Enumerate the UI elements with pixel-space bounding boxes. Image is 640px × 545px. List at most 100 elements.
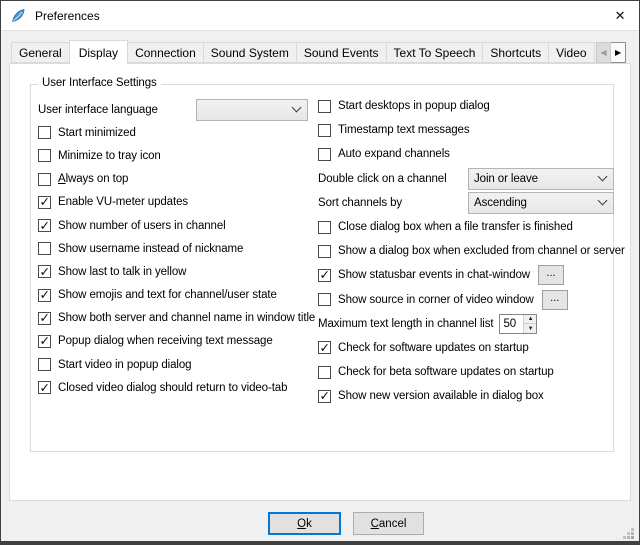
chevron-down-icon <box>598 196 608 206</box>
spin-down-icon[interactable]: ▼ <box>524 324 536 333</box>
checkbox-label: Start video in popup dialog <box>58 359 191 371</box>
tab-scroll-right-icon[interactable]: ▶ <box>611 42 626 63</box>
checkbox-auto-expand-channels[interactable]: Auto expand channels <box>318 142 613 166</box>
left-options-column: User interface language Start minimized … <box>38 98 316 399</box>
checkbox-icon <box>318 148 331 161</box>
chevron-down-icon <box>292 103 302 113</box>
checkbox-label: Show number of users in channel <box>58 220 226 232</box>
checkbox-label: Auto expand channels <box>338 148 450 160</box>
checkbox-icon <box>318 366 331 379</box>
checkbox-excluded-dialog[interactable]: Show a dialog box when excluded from cha… <box>318 239 613 263</box>
checkbox-last-to-talk-yellow[interactable]: Show last to talk in yellow <box>38 260 316 283</box>
checkbox-icon <box>318 245 331 258</box>
checkbox-label: Popup dialog when receiving text message <box>58 335 273 347</box>
double-click-row: Double click on a channel Join or leave <box>318 167 613 191</box>
checkbox-start-minimized[interactable]: Start minimized <box>38 121 316 144</box>
checkbox-icon <box>38 312 51 325</box>
max-text-length-row: Maximum text length in channel list 50 ▲… <box>318 312 613 336</box>
checkbox-label: Close dialog box when a file transfer is… <box>338 221 573 233</box>
checkbox-icon <box>38 358 51 371</box>
double-click-label: Double click on a channel <box>318 173 468 185</box>
checkbox-check-updates[interactable]: Check for software updates on startup <box>318 336 613 360</box>
checkbox-icon <box>38 242 51 255</box>
checkbox-label: Show statusbar events in chat-window <box>338 269 530 281</box>
checkbox-icon[interactable] <box>318 293 331 306</box>
checkbox-always-on-top[interactable]: Always on top <box>38 168 316 191</box>
max-text-length-spinbox[interactable]: 50 ▲ ▼ <box>499 314 537 334</box>
checkbox-icon <box>38 149 51 162</box>
spin-up-icon[interactable]: ▲ <box>524 315 536 325</box>
checkbox-label: Always on top <box>58 173 128 185</box>
sort-channels-label: Sort channels by <box>318 197 468 209</box>
tab-connection[interactable]: Connection <box>127 42 204 63</box>
checkbox-icon <box>38 381 51 394</box>
checkbox-label: Show new version available in dialog box <box>338 390 544 402</box>
resize-grip[interactable] <box>622 527 634 539</box>
checkbox-server-channel-in-title[interactable]: Show both server and channel name in win… <box>38 307 316 330</box>
checkbox-timestamp-messages[interactable]: Timestamp text messages <box>318 118 613 142</box>
checkbox-popup-text-message[interactable]: Popup dialog when receiving text message <box>38 330 316 353</box>
spinbox-buttons: ▲ ▼ <box>523 315 536 333</box>
tab-scroll-buttons: ◀ ▶ <box>596 42 626 63</box>
checkbox-icon <box>318 341 331 354</box>
checkbox-label: Show last to talk in yellow <box>58 266 186 278</box>
title-bar: Preferences ✕ <box>1 1 639 31</box>
checkbox-icon <box>38 265 51 278</box>
window-title: Preferences <box>35 9 100 23</box>
display-tab-page: User Interface Settings User interface l… <box>9 63 631 501</box>
checkbox-label: Check for software updates on startup <box>338 342 529 354</box>
checkbox-icon <box>38 289 51 302</box>
combobox-value: Join or leave <box>474 173 538 185</box>
statusbar-events-row: Show statusbar events in chat-window ... <box>318 263 613 287</box>
tab-scroll-left-icon[interactable]: ◀ <box>596 42 611 63</box>
checkbox-icon <box>318 221 331 234</box>
tab-shortcuts[interactable]: Shortcuts <box>482 42 549 63</box>
tab-sound-system[interactable]: Sound System <box>203 42 297 63</box>
checkbox-close-on-transfer-finished[interactable]: Close dialog box when a file transfer is… <box>318 215 613 239</box>
checkbox-minimize-to-tray[interactable]: Minimize to tray icon <box>38 144 316 167</box>
tab-text-to-speech[interactable]: Text To Speech <box>386 42 484 63</box>
cancel-button[interactable]: Cancel <box>353 512 424 535</box>
chevron-down-icon <box>598 172 608 182</box>
language-combobox[interactable] <box>196 99 308 121</box>
checkbox-video-popup-dialog[interactable]: Start video in popup dialog <box>38 353 316 376</box>
group-title: User Interface Settings <box>38 77 161 89</box>
video-source-row: Show source in corner of video window ..… <box>318 288 613 312</box>
combobox-value: Ascending <box>474 197 527 209</box>
checkbox-desktops-popup[interactable]: Start desktops in popup dialog <box>318 94 613 118</box>
checkbox-icon[interactable] <box>318 269 331 282</box>
checkbox-closed-video-return[interactable]: Closed video dialog should return to vid… <box>38 376 316 399</box>
checkbox-check-beta-updates[interactable]: Check for beta software updates on start… <box>318 360 613 384</box>
max-text-length-label: Maximum text length in channel list <box>318 318 493 330</box>
checkbox-emojis-text-state[interactable]: Show emojis and text for channel/user st… <box>38 284 316 307</box>
checkbox-label: Start minimized <box>58 127 136 139</box>
checkbox-vu-meter-updates[interactable]: Enable VU-meter updates <box>38 191 316 214</box>
tab-display[interactable]: Display <box>69 40 128 64</box>
spinbox-value[interactable]: 50 <box>500 315 523 333</box>
close-icon[interactable]: ✕ <box>601 1 639 30</box>
language-row: User interface language <box>38 98 316 121</box>
checkbox-icon <box>318 390 331 403</box>
checkbox-icon <box>38 335 51 348</box>
tab-video[interactable]: Video <box>548 42 594 63</box>
video-source-browse-button[interactable]: ... <box>542 290 568 310</box>
checkbox-label: Enable VU-meter updates <box>58 196 188 208</box>
sort-channels-combobox[interactable]: Ascending <box>468 192 614 214</box>
checkbox-label: Show both server and channel name in win… <box>58 312 315 324</box>
app-icon <box>10 7 27 24</box>
checkbox-username-instead-nickname[interactable]: Show username instead of nickname <box>38 237 316 260</box>
ok-button[interactable]: Ok <box>268 512 341 535</box>
right-options-column: Start desktops in popup dialog Timestamp… <box>318 94 613 408</box>
checkbox-show-users-in-channel[interactable]: Show number of users in channel <box>38 214 316 237</box>
checkbox-icon <box>38 219 51 232</box>
checkbox-label: Timestamp text messages <box>338 124 469 136</box>
tab-sound-events[interactable]: Sound Events <box>296 42 387 63</box>
statusbar-events-browse-button[interactable]: ... <box>538 265 564 285</box>
checkbox-label: Show emojis and text for channel/user st… <box>58 289 277 301</box>
tab-general[interactable]: General <box>11 42 70 63</box>
checkbox-label: Check for beta software updates on start… <box>338 366 554 378</box>
checkbox-icon <box>38 173 51 186</box>
double-click-combobox[interactable]: Join or leave <box>468 168 614 190</box>
preferences-dialog: Preferences ✕ General Display Connection… <box>0 0 640 545</box>
checkbox-new-version-dialog[interactable]: Show new version available in dialog box <box>318 384 613 408</box>
